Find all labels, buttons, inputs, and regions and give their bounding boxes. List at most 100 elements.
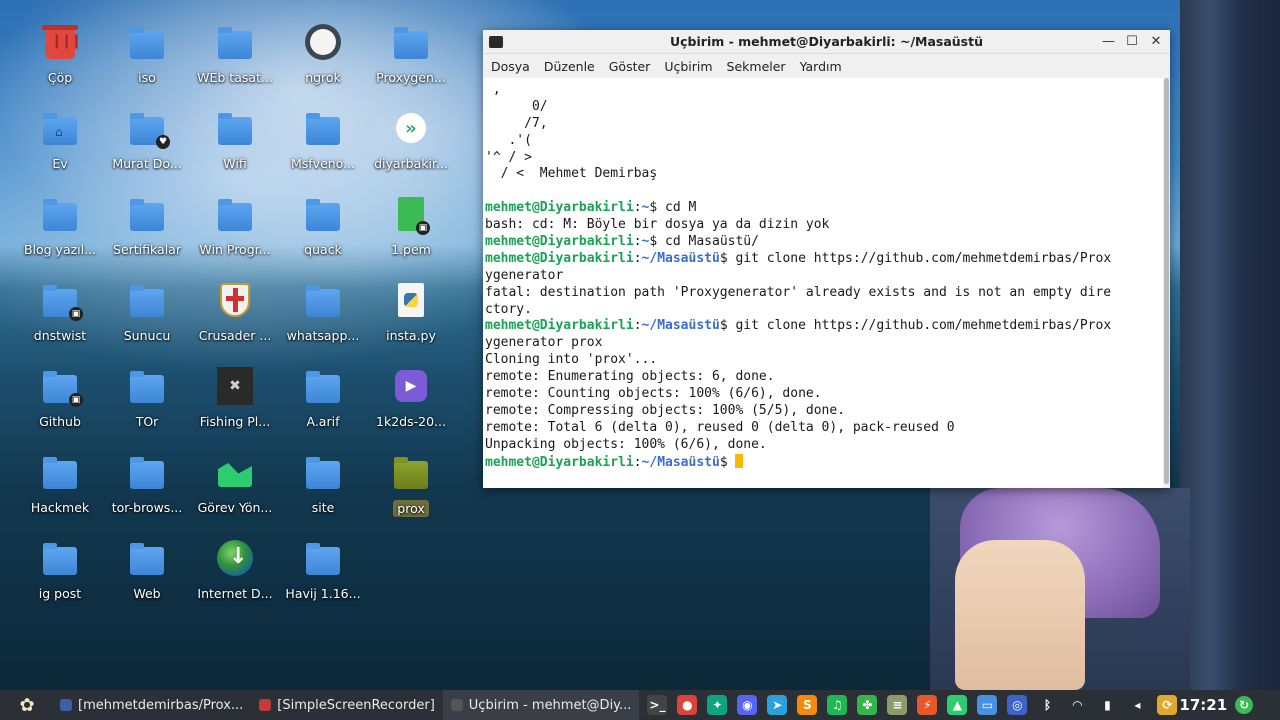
desktop-icon[interactable]: Crusader ... xyxy=(192,276,278,356)
desktop-icon-label: Havij 1.16... xyxy=(285,586,361,601)
close-icon[interactable]: ✕ xyxy=(1150,34,1162,49)
terminal-titlebar[interactable]: Uçbirim - mehmet@Diyarbakirli: ~/Masaüst… xyxy=(483,30,1170,54)
menu-ucbirim[interactable]: Uçbirim xyxy=(664,59,712,74)
home-folder-icon: ⌂ xyxy=(42,110,78,146)
bluetooth-icon[interactable]: ᛒ xyxy=(1037,695,1058,715)
taskbar-task[interactable]: [mehmetdemirbas/Prox... xyxy=(52,690,251,720)
terminal-line: bash: cd: M: Böyle bir dosya ya da dizin… xyxy=(485,217,830,233)
update-icon[interactable]: ⟳ xyxy=(1157,695,1178,715)
desktop-icon[interactable]: ♥ Murat Do... xyxy=(104,104,190,184)
terminal-window[interactable]: Uçbirim - mehmet@Diyarbakirli: ~/Masaüst… xyxy=(483,30,1170,488)
start-menu-icon[interactable]: ✿ xyxy=(12,692,42,718)
chatgpt-icon[interactable]: ✦ xyxy=(707,695,728,715)
folder-icon xyxy=(305,282,341,318)
desktop-icon[interactable]: Çöp xyxy=(17,18,103,98)
desktop-icon[interactable]: Görev Yön... xyxy=(192,448,278,528)
desktop-icon-label: Github xyxy=(39,414,81,429)
download-manager-icon xyxy=(217,540,253,576)
desktop-icon[interactable]: ▣ dnstwist xyxy=(17,276,103,356)
desktop-icon[interactable]: ▶ 1k2ds-20... xyxy=(368,362,454,442)
terminal-line: remote: Compressing objects: 100% (5/5),… xyxy=(485,402,846,418)
menu-sekmeler[interactable]: Sekmeler xyxy=(727,59,786,74)
wallpaper-figure-legs xyxy=(955,540,1085,690)
terminal-line: /7, xyxy=(485,115,548,131)
desktop-icon[interactable]: Msfveno... xyxy=(280,104,366,184)
telegram-icon[interactable]: ➤ xyxy=(767,695,788,715)
desktop-icon[interactable]: TOr xyxy=(104,362,190,442)
wifi-icon[interactable]: ◠ xyxy=(1067,695,1088,715)
desktop-icon-label: TOr xyxy=(135,414,159,429)
maximize-icon[interactable]: ☐ xyxy=(1126,34,1138,49)
scrollbar-thumb[interactable] xyxy=(1164,78,1169,484)
chrome-icon[interactable]: ● xyxy=(677,695,698,715)
desktop-icon[interactable]: WEb tasat... xyxy=(192,18,278,98)
prompt-command: $ xyxy=(719,454,736,470)
notes-icon[interactable]: ≡ xyxy=(887,695,908,715)
text-cursor xyxy=(735,453,744,468)
clock[interactable]: 17:21 xyxy=(1179,696,1227,714)
folder-icon xyxy=(305,540,341,576)
desktop-icon[interactable]: quack xyxy=(280,190,366,270)
taskbar-task[interactable]: Uçbirim - mehmet@Diy... xyxy=(442,690,640,720)
desktop-icon[interactable]: ngrok xyxy=(280,18,366,98)
desktop-icon-label: 1k2ds-20... xyxy=(376,414,446,429)
desktop-icon-label: Blog yazıl... xyxy=(23,242,97,257)
desktop-icon[interactable]: A.arif xyxy=(280,362,366,442)
menu-yardim[interactable]: Yardım xyxy=(800,59,842,74)
desktop-icon[interactable]: » diyarbakir... xyxy=(368,104,454,184)
network-icon[interactable]: ◎ xyxy=(1007,695,1028,715)
desktop-icon[interactable]: Blog yazıl... xyxy=(17,190,103,270)
desktop-icon[interactable]: insta.py xyxy=(368,276,454,356)
prompt-command: $ git clone https://github.com/mehmetdem… xyxy=(719,318,1112,334)
folder-lock-icon: ▣ xyxy=(42,282,83,321)
desktop-icon[interactable]: Web xyxy=(104,534,190,614)
battery-icon[interactable]: ▮ xyxy=(1097,695,1118,715)
minimize-icon[interactable]: — xyxy=(1102,34,1115,49)
terminal-line: mehmet@Diyarbakirli:~/Masaüstü$ git clon… xyxy=(485,318,1112,334)
desktop-icon[interactable]: whatsapp... xyxy=(280,276,366,356)
desktop-icon[interactable]: tor-brows... xyxy=(104,448,190,528)
clover-icon[interactable]: ✤ xyxy=(857,695,878,715)
menu-goster[interactable]: Göster xyxy=(609,59,651,74)
terminal-launcher-icon[interactable]: >_ xyxy=(647,695,668,715)
prompt-command: $ git clone https://github.com/mehmetdem… xyxy=(719,250,1112,266)
menu-dosya[interactable]: Dosya xyxy=(491,59,530,74)
desktop-icon[interactable]: Wifi xyxy=(192,104,278,184)
desktop-icon[interactable]: Hackmek xyxy=(17,448,103,528)
desktop-icon[interactable]: prox xyxy=(368,448,454,528)
discord-icon[interactable]: ◉ xyxy=(737,695,758,715)
terminal-line: 0/ xyxy=(485,98,548,114)
desktop-icon[interactable]: site xyxy=(280,448,366,528)
sublime-icon[interactable]: S xyxy=(797,695,818,715)
desktop-icon[interactable]: ▣ Github xyxy=(17,362,103,442)
taskbar-task[interactable]: [SimpleScreenRecorder] xyxy=(251,690,443,720)
desktop-icon[interactable]: Sunucu xyxy=(104,276,190,356)
desktop-icon-label: Proxygen... xyxy=(376,70,446,85)
desktop-icon[interactable]: Havij 1.16... xyxy=(280,534,366,614)
lock-badge-icon: ▣ xyxy=(69,393,83,407)
terminal-output[interactable]: , 0/ /7, .'('^ / > / < Mehmet Demirbaş me… xyxy=(483,78,1163,488)
desktop-icon[interactable]: Sertifikalar xyxy=(104,190,190,270)
task-app-icon xyxy=(259,699,272,711)
folder-icon xyxy=(129,540,165,576)
desktop-icon[interactable]: Internet D... xyxy=(192,534,278,614)
desktop-icon[interactable]: iso xyxy=(104,18,190,98)
desktop-icon[interactable]: Proxygen... xyxy=(368,18,454,98)
terminal-line: mehmet@Diyarbakirli:~$ cd M xyxy=(485,200,697,216)
folder-icon xyxy=(217,24,253,60)
terminal-scrollbar[interactable] xyxy=(1163,78,1170,488)
taskbar-task-label: [SimpleScreenRecorder] xyxy=(277,697,435,713)
desktop-icon[interactable]: ig post xyxy=(17,534,103,614)
menu-duzenle[interactable]: Düzenle xyxy=(544,59,595,74)
desktop-icon[interactable]: ⌂ Ev xyxy=(17,104,103,184)
volume-icon[interactable]: ◂ xyxy=(1127,695,1148,715)
desktop-icon[interactable]: Win Progr... xyxy=(192,190,278,270)
terminal-menubar: Dosya Düzenle Göster Uçbirim Sekmeler Ya… xyxy=(483,54,1170,78)
desktop-icon[interactable]: ✖ Fishing Pl... xyxy=(192,362,278,442)
burp-icon[interactable]: ⚡ xyxy=(917,695,938,715)
desktop-icon[interactable]: ▣ 1.pem xyxy=(368,190,454,270)
power-icon[interactable]: ↻ xyxy=(1235,696,1254,714)
chart-app-icon[interactable]: ▲ xyxy=(947,695,968,715)
spotify-icon[interactable]: ♫ xyxy=(827,695,848,715)
file-manager-icon[interactable]: ▭ xyxy=(977,695,998,715)
